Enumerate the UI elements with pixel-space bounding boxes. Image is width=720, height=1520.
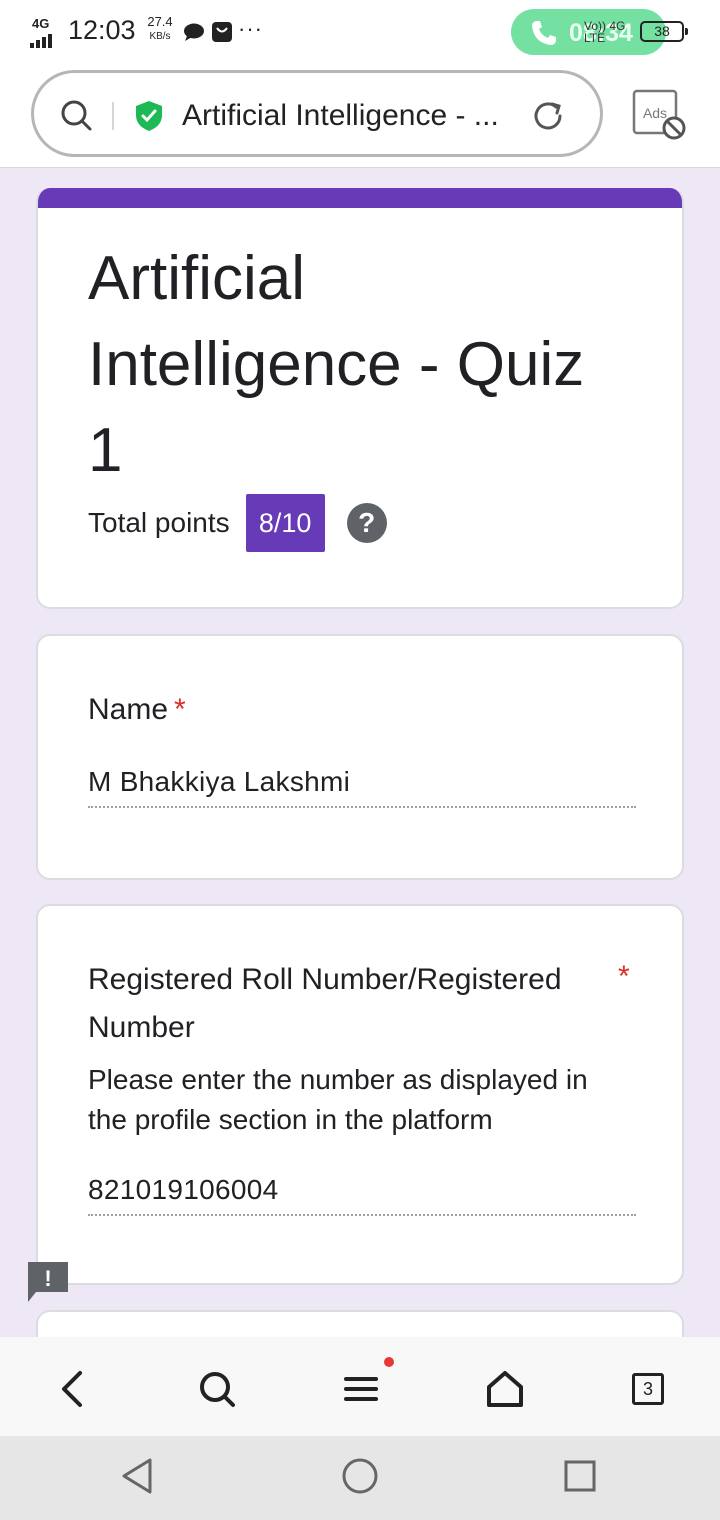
home-icon[interactable] (483, 1367, 527, 1411)
nav-recent-icon[interactable] (560, 1456, 600, 1496)
question-card-roll-number: Registered Roll Number/Registered Number… (36, 904, 684, 1285)
shopping-bag-icon (212, 22, 232, 42)
ad-block-icon[interactable]: Ads (632, 88, 688, 144)
question-description: Please enter the number as displayed in … (88, 1064, 588, 1135)
volte-indicator: Vo)) 4G LTE (584, 20, 625, 44)
status-time: 12:03 (68, 15, 136, 45)
tabs-count: 3 (632, 1373, 664, 1405)
required-asterisk: * (174, 693, 186, 726)
name-answer-field: M Bhakkiya Lakshmi (88, 766, 636, 808)
form-title: Artificial Intelligence - Quiz 1 (88, 244, 585, 485)
speed-value: 27.4 (147, 14, 173, 29)
secure-shield-icon (136, 101, 162, 131)
feedback-symbol: ! (44, 1266, 51, 1291)
menu-notification-dot (384, 1357, 394, 1367)
divider (112, 102, 114, 130)
question-title-text: Name (88, 693, 169, 726)
lte-label: LTE (584, 31, 606, 45)
system-nav-bar (0, 1436, 720, 1520)
help-icon[interactable]: ? (346, 503, 387, 543)
search-icon[interactable] (60, 99, 92, 131)
total-points-row: Total points 8/10 ? (88, 494, 387, 552)
url-text[interactable]: Artificial Intelligence - ... (182, 99, 512, 133)
signal-icon: 4G (30, 16, 64, 48)
browser-address-bar: Artificial Intelligence - ... Ads (0, 66, 720, 168)
chat-bubble-icon (184, 23, 204, 41)
form-accent-bar (38, 188, 682, 208)
status-bar: 4G 12:03 27.4 KB/s ··· 08:34 Vo)) 4G LTE… (0, 0, 720, 66)
score-badge: 8/10 (245, 494, 325, 552)
feedback-icon[interactable]: ! (28, 1262, 68, 1302)
question-card-name: Name * M Bhakkiya Lakshmi (36, 634, 684, 880)
battery-level: 38 (654, 23, 670, 39)
question-title: Registered Roll Number/Registered Number (88, 963, 562, 1044)
total-points-label: Total points (88, 507, 230, 538)
nav-home-icon[interactable] (340, 1456, 380, 1496)
more-notifications-icon: ··· (238, 16, 263, 41)
speed-unit: KB/s (149, 31, 171, 42)
url-field[interactable]: Artificial Intelligence - ... (31, 70, 603, 157)
roll-number-answer-field: 821019106004 (88, 1174, 636, 1216)
battery-icon: 38 (640, 21, 688, 42)
back-icon[interactable] (50, 1367, 94, 1411)
network-type-label: 4G (32, 16, 50, 31)
ads-label: Ads (643, 105, 667, 121)
nav-back-icon[interactable] (118, 1456, 158, 1496)
question-title: Name * (88, 686, 186, 734)
reload-icon[interactable] (530, 98, 566, 134)
menu-icon[interactable] (339, 1367, 383, 1411)
required-asterisk: * (618, 960, 630, 993)
browser-toolbar: 3 (0, 1337, 720, 1436)
phone-icon (532, 21, 556, 45)
tabs-icon[interactable]: 3 (626, 1367, 670, 1411)
search-icon[interactable] (195, 1367, 239, 1411)
form-header-card: Artificial Intelligence - Quiz 1 Total p… (36, 188, 684, 609)
network-speed: 27.4 KB/s (143, 15, 177, 42)
